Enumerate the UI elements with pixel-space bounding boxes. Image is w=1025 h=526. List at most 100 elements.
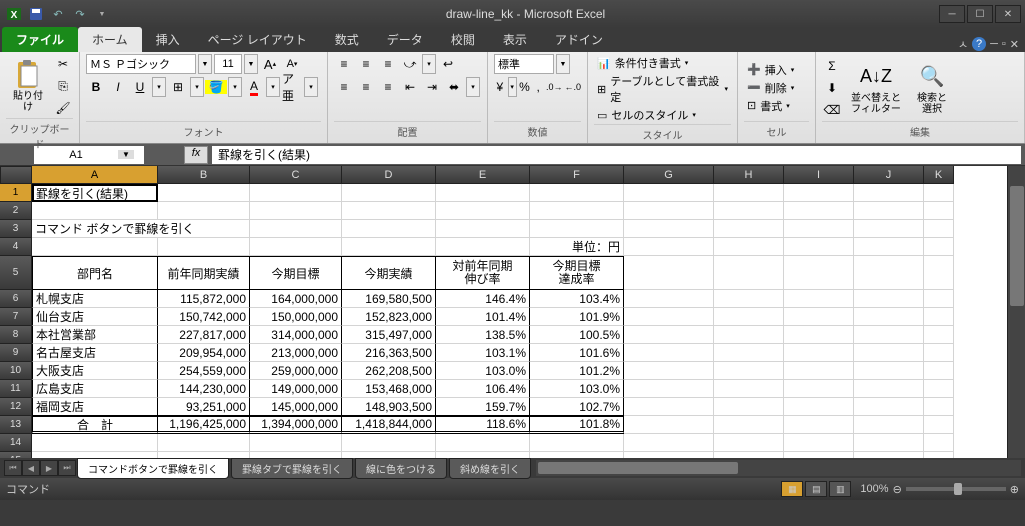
cell[interactable]	[854, 380, 924, 398]
row-header-15[interactable]: 15	[0, 452, 32, 458]
cell[interactable]	[714, 398, 784, 416]
cell[interactable]: 262,208,500	[342, 362, 436, 380]
cell[interactable]	[784, 398, 854, 416]
cell[interactable]	[784, 452, 854, 458]
cell[interactable]	[784, 184, 854, 202]
cell[interactable]	[854, 290, 924, 308]
cell[interactable]: 101.8%	[530, 416, 624, 434]
cell[interactable]	[436, 452, 530, 458]
cell[interactable]	[924, 290, 954, 308]
worksheet-grid[interactable]: ABCDEFGHIJK 1罫線を引く(結果)23コマンド ボタンで罫線を引く4単…	[0, 166, 1007, 458]
cell[interactable]	[250, 434, 342, 452]
name-box-dropdown[interactable]: ▼	[118, 150, 134, 159]
cell[interactable]	[624, 326, 714, 344]
accounting-dropdown[interactable]: ▾	[508, 77, 517, 97]
fill-color-icon[interactable]: 🪣	[206, 77, 226, 97]
scrollbar-thumb[interactable]	[1010, 186, 1024, 306]
row-header-5[interactable]: 5	[0, 256, 32, 290]
cell[interactable]	[342, 202, 436, 220]
workbook-close-icon[interactable]: ✕	[1010, 38, 1019, 51]
sheet-tab-2[interactable]: 罫線タブで罫線を引く	[231, 458, 353, 479]
close-button[interactable]: ✕	[995, 5, 1021, 23]
cell[interactable]	[624, 256, 714, 290]
column-header-A[interactable]: A	[32, 166, 158, 184]
workbook-restore-icon[interactable]: ▫	[1002, 38, 1006, 50]
cell[interactable]	[530, 434, 624, 452]
cell[interactable]	[250, 452, 342, 458]
cell[interactable]	[854, 416, 924, 434]
view-normal-icon[interactable]: ▦	[781, 481, 803, 497]
increase-indent-icon[interactable]: ⇥	[422, 77, 442, 97]
cell-styles-button[interactable]: ▭セルのスタイル▾	[594, 106, 731, 124]
vertical-scrollbar[interactable]	[1007, 166, 1025, 458]
cell[interactable]	[624, 452, 714, 458]
cell[interactable]	[854, 362, 924, 380]
column-header-F[interactable]: F	[530, 166, 624, 184]
cell[interactable]	[784, 220, 854, 238]
row-header-8[interactable]: 8	[0, 326, 32, 344]
cell[interactable]	[784, 344, 854, 362]
cell[interactable]	[714, 344, 784, 362]
cell[interactable]: 合 計	[32, 416, 158, 434]
cell[interactable]	[784, 308, 854, 326]
wrap-text-icon[interactable]: ↩	[438, 54, 458, 74]
tab-view[interactable]: 表示	[489, 27, 541, 52]
cell[interactable]	[250, 238, 342, 256]
cell[interactable]	[624, 434, 714, 452]
cell[interactable]: 115,872,000	[158, 290, 250, 308]
cell[interactable]: 152,823,000	[342, 308, 436, 326]
fx-button[interactable]: fx	[184, 146, 208, 164]
border-dropdown[interactable]: ▾	[190, 77, 204, 97]
cell[interactable]	[714, 220, 784, 238]
cell[interactable]	[714, 326, 784, 344]
cell[interactable]: 1,196,425,000	[158, 416, 250, 434]
cell[interactable]: 対前年同期伸び率	[436, 256, 530, 290]
number-format-dropdown[interactable]: ▼	[556, 54, 570, 74]
font-name-input[interactable]	[86, 54, 196, 74]
cell[interactable]	[436, 202, 530, 220]
decrease-indent-icon[interactable]: ⇤	[400, 77, 420, 97]
conditional-format-button[interactable]: 📊条件付き書式▾	[594, 54, 731, 72]
cell[interactable]	[924, 256, 954, 290]
cell[interactable]: 罫線を引く(結果)	[32, 184, 158, 202]
row-header-2[interactable]: 2	[0, 202, 32, 220]
cell[interactable]	[784, 380, 854, 398]
align-middle-icon[interactable]: ≡	[356, 54, 376, 74]
zoom-level[interactable]: 100%	[860, 483, 888, 495]
cell[interactable]: 1,418,844,000	[342, 416, 436, 434]
cell[interactable]	[854, 220, 924, 238]
cell[interactable]	[924, 326, 954, 344]
cell[interactable]: 前年同期実績	[158, 256, 250, 290]
cell[interactable]	[714, 256, 784, 290]
cell[interactable]: 164,000,000	[250, 290, 342, 308]
underline-dropdown[interactable]: ▾	[152, 77, 166, 97]
row-header-14[interactable]: 14	[0, 434, 32, 452]
cell[interactable]	[624, 184, 714, 202]
cell[interactable]: 93,251,000	[158, 398, 250, 416]
cell[interactable]: 227,817,000	[158, 326, 250, 344]
cell[interactable]	[436, 184, 530, 202]
cell[interactable]	[924, 220, 954, 238]
cell[interactable]: 145,000,000	[250, 398, 342, 416]
cell[interactable]	[854, 256, 924, 290]
cell[interactable]: 118.6%	[436, 416, 530, 434]
cell[interactable]: 153,468,000	[342, 380, 436, 398]
phonetic-icon[interactable]: ア亜	[282, 77, 302, 97]
cell[interactable]: 広島支店	[32, 380, 158, 398]
cell[interactable]	[714, 434, 784, 452]
cell[interactable]	[924, 434, 954, 452]
font-name-dropdown[interactable]: ▼	[198, 54, 212, 74]
tab-home[interactable]: ホーム	[78, 27, 142, 52]
cell[interactable]	[624, 238, 714, 256]
align-bottom-icon[interactable]: ≡	[378, 54, 398, 74]
cell[interactable]: 315,497,000	[342, 326, 436, 344]
cell[interactable]	[158, 184, 250, 202]
tab-data[interactable]: データ	[373, 27, 437, 52]
cell[interactable]: コマンド ボタンで罫線を引く	[32, 220, 250, 238]
horizontal-scrollbar[interactable]	[536, 460, 1021, 476]
find-select-button[interactable]: 🔍 検索と 選択	[910, 59, 954, 117]
cell[interactable]	[714, 202, 784, 220]
cell[interactable]	[158, 202, 250, 220]
border-icon[interactable]: ⊞	[168, 77, 188, 97]
minimize-button[interactable]: ─	[939, 5, 965, 23]
